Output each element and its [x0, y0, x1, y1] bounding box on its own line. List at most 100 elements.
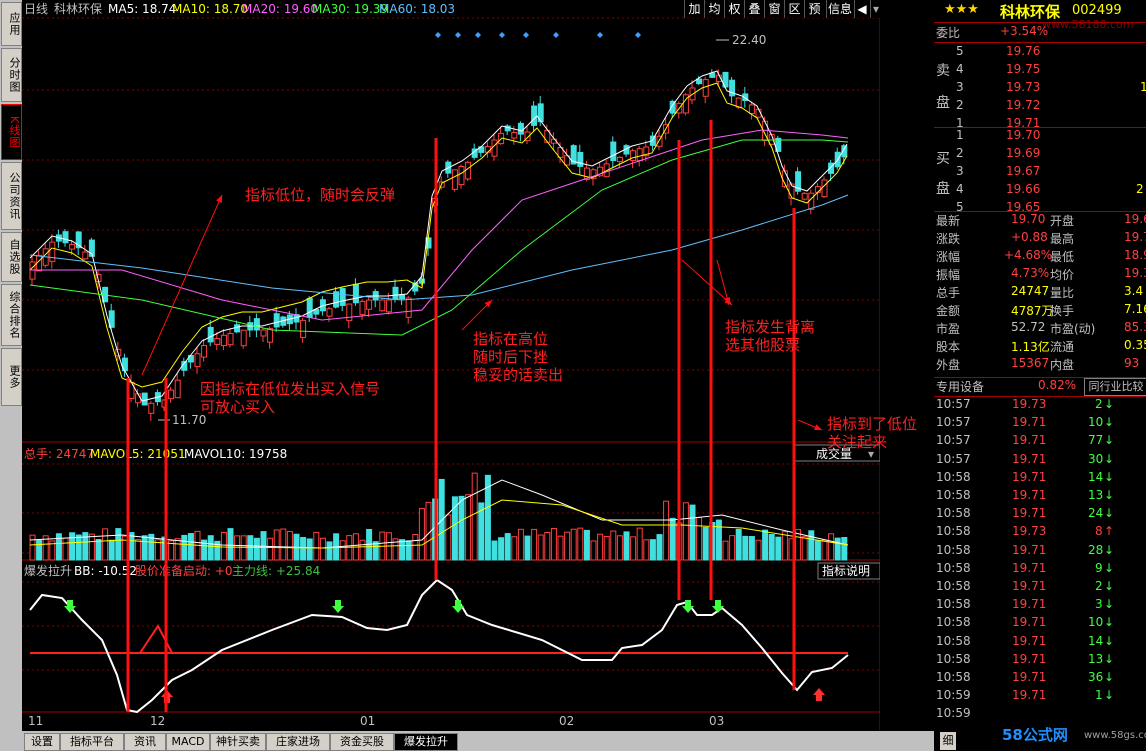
volume-bar [682, 502, 689, 561]
watermark: www.58188.com [1042, 18, 1134, 31]
candle-body [696, 78, 703, 85]
bottom-tab-7[interactable]: 爆发拉升 [394, 733, 458, 751]
detail-tab[interactable]: 细 [940, 732, 956, 750]
volume-bar [524, 535, 531, 561]
side-tab-0[interactable]: 应用 [1, 2, 22, 46]
quote-label: 最高 [1050, 232, 1075, 246]
side-tab-5[interactable]: 综合排名 [1, 284, 22, 346]
candle-body [227, 333, 234, 346]
x-tick: 11 [28, 714, 43, 728]
toolbar-btn-4[interactable]: 窗 [764, 0, 784, 18]
volume-bar [115, 528, 122, 561]
volume-bar [286, 531, 293, 561]
volume-bar [603, 536, 610, 561]
quote-value: 24747 [1011, 284, 1050, 298]
candle-body [577, 151, 584, 167]
toolbar-btn-5[interactable]: 区 [784, 0, 804, 18]
buy-volume: 2 [1136, 182, 1144, 196]
candle-body [49, 241, 56, 262]
tick-time: 10:57 [936, 415, 971, 430]
toolbar-btn-3[interactable]: 叠 [744, 0, 764, 18]
candle-body [240, 329, 247, 347]
bottom-tab-3[interactable]: MACD [166, 733, 210, 751]
toolbar-btn-6[interactable]: 预 [804, 0, 824, 18]
sell-label: 卖 [936, 63, 950, 79]
candle-body [801, 192, 808, 200]
volume-bar [696, 516, 703, 561]
signal-diamond-icon [435, 32, 441, 38]
volume-bar [755, 539, 762, 561]
volume-bar [75, 534, 82, 561]
tick-price: 19.71 [1012, 506, 1047, 521]
candle-body [194, 353, 201, 368]
buy-price: 19.70 [1006, 128, 1041, 142]
side-tab-3[interactable]: 公司资讯 [1, 162, 22, 230]
tick-time: 10:58 [936, 579, 971, 593]
buy-level: 3 [956, 164, 964, 178]
tick-volume: 3 [1095, 597, 1103, 612]
quote-label: 总手 [936, 286, 961, 300]
bottom-tab-2[interactable]: 资讯 [124, 733, 166, 751]
volume-bar [267, 537, 274, 561]
quote-value: 19.6 [1124, 212, 1146, 226]
candle-body [451, 169, 458, 190]
quote-value: 0.35 [1124, 338, 1146, 352]
toolbar-dropdown-icon[interactable]: ▾ [870, 0, 881, 18]
quote-value: +4.68% [1004, 248, 1053, 262]
peer-compare-button[interactable]: 同行业比较 [1084, 378, 1146, 396]
volume-bar [306, 538, 313, 561]
tick-price: 19.71 [1012, 579, 1047, 593]
candle-body [491, 139, 498, 157]
candle-body [306, 297, 313, 318]
chart-toolbar: 加均权叠窗区预信息 ◀ ▾ [684, 0, 881, 18]
down-arrow-icon: ↓ [1104, 415, 1115, 430]
sector-pct: 0.82% [1038, 378, 1077, 392]
volume-bar [590, 540, 597, 561]
volume-bar [412, 533, 419, 561]
ma60-line [29, 194, 849, 301]
candle-body [253, 318, 260, 331]
volume-bar [775, 536, 782, 561]
toolbar-btn-1[interactable]: 均 [704, 0, 724, 18]
annotation-high-line1: 指标在高位 [473, 330, 549, 348]
toolbar-scroll-icon[interactable]: ◀ [854, 0, 869, 18]
sell-price: 19.72 [1006, 98, 1041, 112]
side-tab-4[interactable]: 自选股 [1, 232, 22, 282]
down-arrow-icon: ↓ [1104, 397, 1115, 411]
sell-price: 19.73 [1006, 80, 1041, 94]
ma5-label: MA5: 18.74 [108, 2, 176, 16]
volume-bar [564, 531, 571, 561]
annotation-high-line3: 稳妥的话卖出 [473, 366, 564, 384]
tick-time: 10:58 [936, 670, 971, 684]
down-arrow-icon: ↓ [1104, 670, 1115, 684]
toolbar-btn-2[interactable]: 权 [724, 0, 744, 18]
volume-bar [55, 533, 62, 561]
bottom-tab-0[interactable]: 设置 [24, 733, 60, 751]
bottom-tab-1[interactable]: 指标平台 [60, 733, 124, 751]
toolbar-btn-7[interactable]: 信息 [826, 0, 853, 18]
candle-body [267, 328, 274, 343]
volume-bar [531, 528, 538, 561]
volume-bar [636, 527, 643, 561]
quote-value: 4787万 [1011, 304, 1054, 318]
side-tab-1[interactable]: 分时图 [1, 48, 22, 102]
bottom-tab-4[interactable]: 神针买卖 [210, 733, 266, 751]
down-arrow-icon: ↓ [1104, 633, 1115, 648]
candle-body [260, 329, 267, 337]
kline-chart-panel[interactable]: 22.9921.0319.0417.0815.0913.10157697885X… [22, 0, 928, 730]
candle-body [531, 105, 538, 126]
tick-volume: 13 [1088, 651, 1104, 666]
toolbar-btn-0[interactable]: 加 [684, 0, 704, 18]
candle-body [418, 278, 425, 284]
left-tab-bar: 应用 分时图 K线图 公司资讯 自选股 综合排名 更多 [0, 0, 22, 751]
volume-bar [735, 528, 742, 561]
volume-bar [550, 527, 557, 561]
side-tab-6[interactable]: 更多 [1, 348, 22, 406]
buy-price: 19.66 [1006, 182, 1041, 196]
side-tab-2[interactable]: K线图 [1, 104, 22, 160]
tick-time: 10:59 [936, 688, 971, 703]
bottom-tab-5[interactable]: 庄家进场 [266, 733, 330, 751]
bottom-tab-6[interactable]: 资金买股 [330, 733, 394, 751]
indicator-start-label: 股价准备启动: +0 [135, 564, 233, 578]
annotation-diverge-line2: 选其他股票 [725, 336, 801, 354]
